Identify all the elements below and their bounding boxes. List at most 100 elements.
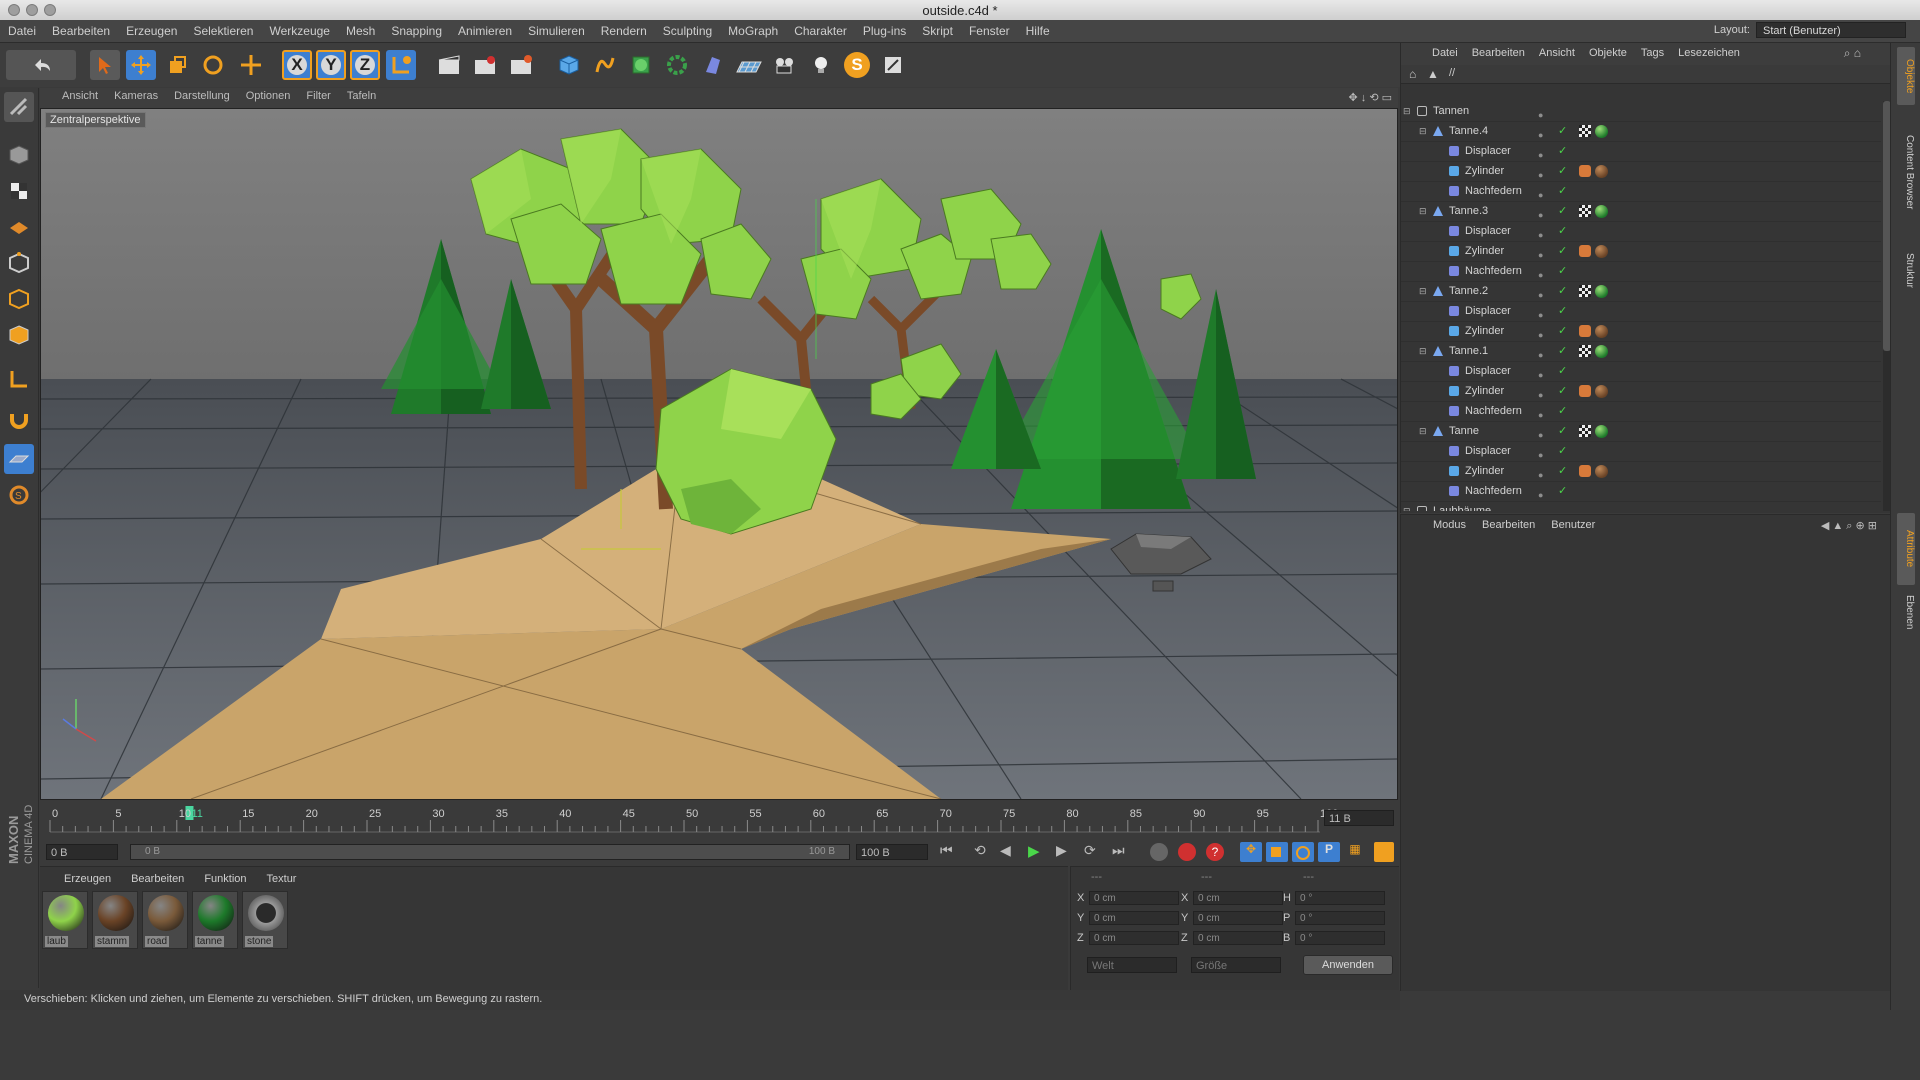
make-editable-icon[interactable] xyxy=(4,92,34,122)
object-row[interactable]: Nachfedern ● ✓ xyxy=(1401,481,1881,502)
key-rotation-icon[interactable] xyxy=(1292,842,1314,862)
object-row[interactable]: Displacer ● ✓ xyxy=(1401,301,1881,322)
render-picture-viewer-icon[interactable] xyxy=(470,50,500,80)
menu-item-simulieren[interactable]: Simulieren xyxy=(520,20,593,38)
texture-mode-icon[interactable] xyxy=(4,176,34,206)
coord-value-field[interactable]: 0 cm xyxy=(1089,911,1179,925)
enabled-check-icon[interactable]: ✓ xyxy=(1558,381,1567,401)
enabled-check-icon[interactable]: ✓ xyxy=(1558,261,1567,281)
texture-tag-icon[interactable] xyxy=(1579,125,1591,137)
object-row[interactable]: Displacer ● ✓ xyxy=(1401,441,1881,462)
key-pla-icon[interactable]: ▦ xyxy=(1344,842,1366,862)
viewport-nav-icons[interactable]: ✥ ↓ ⟲ ▭ xyxy=(1349,91,1393,104)
go-to-end-icon[interactable]: ⏭ xyxy=(1112,842,1134,862)
material-swatch-stamm[interactable]: stamm xyxy=(92,891,138,949)
enabled-check-icon[interactable]: ✓ xyxy=(1558,161,1567,181)
current-frame-field[interactable]: 11 B xyxy=(1324,810,1394,826)
home-icon[interactable]: ⌂ xyxy=(1409,67,1416,81)
object-row[interactable]: Nachfedern ● ✓ xyxy=(1401,261,1881,282)
object-menu-tags[interactable]: Tags xyxy=(1634,43,1671,59)
phong-tag-icon[interactable] xyxy=(1579,165,1591,177)
coord-value-field[interactable]: 0 ° xyxy=(1295,911,1385,925)
light-icon[interactable] xyxy=(806,50,836,80)
attribute-menu-bearbeiten[interactable]: Bearbeiten xyxy=(1474,515,1543,531)
menu-item-animieren[interactable]: Animieren xyxy=(450,20,520,38)
material-tag-icon[interactable] xyxy=(1595,245,1608,258)
material-tag-icon[interactable] xyxy=(1595,205,1608,218)
axis-z-icon[interactable]: Z xyxy=(350,50,380,80)
key-parameter-icon[interactable]: P xyxy=(1318,842,1340,862)
menu-item-sculpting[interactable]: Sculpting xyxy=(655,20,720,38)
expand-toggle-icon[interactable]: ⊟ xyxy=(1419,121,1427,141)
menu-item-skript[interactable]: Skript xyxy=(914,20,961,38)
object-menu-datei[interactable]: Datei xyxy=(1425,43,1465,59)
menu-item-werkzeuge[interactable]: Werkzeuge xyxy=(261,20,337,38)
camera-icon[interactable] xyxy=(770,50,800,80)
expand-toggle-icon[interactable]: ⊟ xyxy=(1403,101,1411,121)
workplane-mode-icon[interactable] xyxy=(4,212,34,242)
visibility-dots-icon[interactable]: ● xyxy=(1538,505,1543,511)
material-tag-icon[interactable] xyxy=(1595,125,1608,138)
tab-content-browser[interactable]: Content Browser xyxy=(1897,103,1915,241)
material-swatch-laub[interactable]: laub xyxy=(42,891,88,949)
enabled-check-icon[interactable]: ✓ xyxy=(1558,361,1567,381)
menu-item-hilfe[interactable]: Hilfe xyxy=(1018,20,1058,38)
enabled-check-icon[interactable]: ✓ xyxy=(1558,341,1567,361)
snapping-icon[interactable] xyxy=(4,404,34,434)
object-row[interactable]: Zylinder ● ✓ xyxy=(1401,321,1881,342)
preview-range-slider[interactable]: 0 B 100 B xyxy=(130,844,850,860)
undo-icon[interactable] xyxy=(6,50,76,80)
object-row[interactable]: Displacer ● ✓ xyxy=(1401,361,1881,382)
play-icon[interactable]: ▶ xyxy=(1028,842,1050,862)
enabled-check-icon[interactable]: ✓ xyxy=(1558,461,1567,481)
menu-item-selektieren[interactable]: Selektieren xyxy=(185,20,261,38)
axis-mode-icon[interactable] xyxy=(4,364,34,394)
menu-item-erzeugen[interactable]: Erzeugen xyxy=(118,20,185,38)
viewport-menu-ansicht[interactable]: Ansicht xyxy=(54,88,106,102)
object-row[interactable]: Zylinder ● ✓ xyxy=(1401,461,1881,482)
tab-struktur[interactable]: Struktur xyxy=(1897,235,1915,307)
subdivision-surface-icon[interactable] xyxy=(626,50,656,80)
viewport-menu-darstellung[interactable]: Darstellung xyxy=(166,88,238,102)
object-menu-bearbeiten[interactable]: Bearbeiten xyxy=(1465,43,1532,59)
viewport-menu-kameras[interactable]: Kameras xyxy=(106,88,166,102)
render-settings-icon[interactable] xyxy=(506,50,536,80)
coord-value-field[interactable]: 0 cm xyxy=(1193,911,1283,925)
material-tag-icon[interactable] xyxy=(1595,325,1608,338)
enabled-check-icon[interactable]: ✓ xyxy=(1558,321,1567,341)
previous-key-icon[interactable]: ⟲ xyxy=(974,842,996,862)
phong-tag-icon[interactable] xyxy=(1579,465,1591,477)
material-tag-icon[interactable] xyxy=(1595,285,1608,298)
phong-tag-icon[interactable] xyxy=(1579,385,1591,397)
phong-tag-icon[interactable] xyxy=(1579,245,1591,257)
next-key-icon[interactable]: ⟳ xyxy=(1084,842,1106,862)
axis-x-icon[interactable]: X xyxy=(282,50,312,80)
object-row[interactable]: ⊟ Tanne.4 ● ✓ xyxy=(1401,121,1881,142)
previous-frame-icon[interactable]: ◀ xyxy=(1000,842,1022,862)
menu-item-snapping[interactable]: Snapping xyxy=(383,20,450,38)
material-tag-icon[interactable] xyxy=(1595,425,1608,438)
coordinate-system-icon[interactable] xyxy=(386,50,416,80)
viewport-menu-tafeln[interactable]: Tafeln xyxy=(339,88,384,102)
cube-icon[interactable] xyxy=(554,50,584,80)
enabled-check-icon[interactable]: ✓ xyxy=(1558,221,1567,241)
object-row[interactable]: Nachfedern ● ✓ xyxy=(1401,181,1881,202)
object-menu-objekte[interactable]: Objekte xyxy=(1582,43,1634,59)
next-frame-icon[interactable]: ▶ xyxy=(1056,842,1078,862)
up-level-icon[interactable]: ▲ xyxy=(1427,67,1439,81)
array-icon[interactable] xyxy=(662,50,692,80)
coord-value-field[interactable]: 0 cm xyxy=(1089,931,1179,945)
attribute-menu-benutzer[interactable]: Benutzer xyxy=(1543,515,1603,531)
tab-attribute[interactable]: Attribute xyxy=(1897,513,1915,585)
3d-viewport[interactable]: Zentralperspektive xyxy=(40,108,1398,800)
object-row[interactable]: ⊟ Tanne.3 ● ✓ xyxy=(1401,201,1881,222)
object-row[interactable]: Zylinder ● ✓ xyxy=(1401,241,1881,262)
texture-tag-icon[interactable] xyxy=(1579,285,1591,297)
viewport-camera-label[interactable]: Zentralperspektive xyxy=(45,112,146,128)
key-position-icon[interactable]: ✥ xyxy=(1240,842,1262,862)
rotate-icon[interactable] xyxy=(198,50,228,80)
enabled-check-icon[interactable]: ✓ xyxy=(1558,401,1567,421)
object-row[interactable]: ⊟ Tanne.2 ● ✓ xyxy=(1401,281,1881,302)
object-row[interactable]: ⊟ Tanne.1 ● ✓ xyxy=(1401,341,1881,362)
texture-tag-icon[interactable] xyxy=(1579,345,1591,357)
